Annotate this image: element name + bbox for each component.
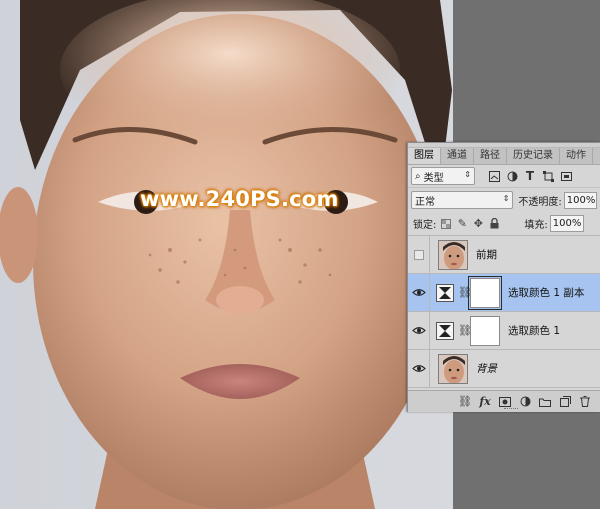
new-group-icon[interactable] <box>535 393 555 411</box>
layer-row-selected[interactable]: ⛓ 选取颜色 1 副本 <box>408 273 600 312</box>
lock-all-icon[interactable] <box>486 216 502 232</box>
visibility-toggle[interactable] <box>408 273 430 312</box>
layer-row[interactable]: ⛓ 选取颜色 1 <box>408 311 600 350</box>
layer-name: 背景 <box>476 363 497 375</box>
layer-mask-thumbnail[interactable] <box>470 315 500 346</box>
chevron-updown-icon: ⇕ <box>502 194 510 203</box>
layers-panel-footer: ⛓ fx <box>408 390 600 412</box>
layers-panel: 图层 通道 路径 历史记录 动作 ⌕ 类型 ⇕ T 正常 ⇕ 不透明度: 100… <box>407 142 600 412</box>
tab-history[interactable]: 历史记录 <box>507 148 560 164</box>
layer-name: 选取颜色 1 <box>508 325 561 337</box>
lock-image-pixels-icon[interactable]: ✎ <box>454 216 470 232</box>
fill-label: 填充: <box>524 220 548 231</box>
opacity-input[interactable]: 100% <box>563 191 597 209</box>
search-icon: ⌕ <box>415 170 421 182</box>
link-icon[interactable]: ⛓ <box>455 393 475 411</box>
panel-resize-grip[interactable] <box>504 408 518 411</box>
filter-kind-select[interactable]: ⌕ 类型 ⇕ <box>411 167 475 185</box>
tab-layers[interactable]: 图层 <box>408 148 441 164</box>
lock-position-icon[interactable]: ✥ <box>470 216 486 232</box>
tab-paths[interactable]: 路径 <box>474 148 507 164</box>
chevron-updown-icon: ⇕ <box>464 170 471 179</box>
layer-thumbnail <box>438 353 468 384</box>
tab-channels[interactable]: 通道 <box>441 148 474 164</box>
layer-name: 前期 <box>476 249 497 261</box>
new-layer-icon[interactable] <box>555 393 575 411</box>
layer-row[interactable]: 背景 <box>408 349 600 388</box>
mask-link-icon[interactable]: ⛓ <box>458 324 472 337</box>
lock-label: 锁定: <box>413 220 437 231</box>
eye-icon <box>411 327 426 334</box>
lock-fill-row: 锁定: ✎ ✥ 填充: 100% <box>408 212 600 236</box>
layer-name: 选取颜色 1 副本 <box>508 287 585 299</box>
blend-mode-label: 正常 <box>415 196 435 208</box>
text-filter-icon[interactable]: T <box>521 167 539 185</box>
layers-list: 前期 ⛓ 选取颜色 1 副本 ⛓ 选取颜色 1 背景 <box>408 235 600 388</box>
visibility-off-icon <box>413 249 424 260</box>
delete-icon[interactable] <box>575 393 595 411</box>
fx-icon[interactable]: fx <box>475 393 495 411</box>
layer-thumbnail <box>438 239 468 270</box>
selective-color-adjustment-icon <box>436 283 454 302</box>
watermark-text: www.240PS.com <box>140 187 339 211</box>
smart-object-filter-icon[interactable] <box>557 167 575 185</box>
selective-color-adjustment-icon <box>436 321 454 340</box>
layer-filter-row: ⌕ 类型 ⇕ T <box>408 165 600 188</box>
lock-transparent-pixels-icon[interactable] <box>438 216 454 232</box>
eye-icon <box>411 365 426 372</box>
tab-actions[interactable]: 动作 <box>560 148 593 164</box>
image-filter-icon[interactable] <box>485 167 503 185</box>
lock-icons: ✎ ✥ <box>438 216 502 232</box>
shape-filter-icon[interactable] <box>539 167 557 185</box>
fill-input[interactable]: 100% <box>549 215 584 232</box>
eye-icon <box>411 289 426 296</box>
new-adjustment-icon[interactable] <box>515 393 535 411</box>
filter-icons: T <box>485 167 575 185</box>
visibility-toggle[interactable] <box>408 235 430 274</box>
blend-opacity-row: 正常 ⇕ 不透明度: 100% <box>408 188 600 212</box>
visibility-toggle[interactable] <box>408 311 430 350</box>
adjustment-filter-icon[interactable] <box>503 167 521 185</box>
filter-kind-label: 类型 <box>423 172 444 184</box>
blend-mode-select[interactable]: 正常 ⇕ <box>411 191 514 209</box>
visibility-toggle[interactable] <box>408 349 430 388</box>
layer-mask-thumbnail[interactable] <box>468 275 502 310</box>
panel-tabs: 图层 通道 路径 历史记录 动作 <box>408 148 600 165</box>
layer-row[interactable]: 前期 <box>408 235 600 274</box>
mask-link-icon[interactable]: ⛓ <box>458 286 472 299</box>
opacity-label: 不透明度: <box>518 196 562 208</box>
